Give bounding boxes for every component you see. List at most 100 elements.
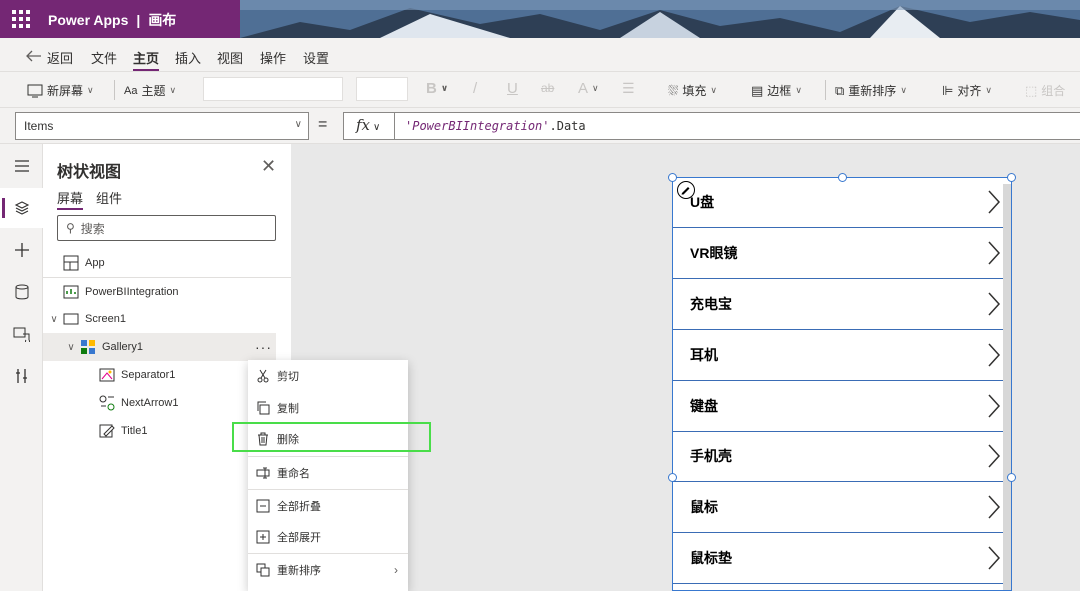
chevron-right-icon[interactable] xyxy=(987,443,1001,469)
tree-view-title: 树状视图 xyxy=(57,164,122,181)
tab-screens[interactable]: 屏幕 xyxy=(57,188,84,210)
resize-handle[interactable] xyxy=(668,473,677,482)
back-arrow-icon[interactable] xyxy=(26,50,42,62)
advanced-tools-icon[interactable] xyxy=(0,356,43,396)
chevron-down-icon: ∨ xyxy=(87,85,94,95)
context-menu-collapse-all[interactable]: 全部折叠 xyxy=(248,490,408,522)
tree-node-gallery1[interactable]: ∨ Gallery1 ··· xyxy=(43,333,276,361)
gallery-row[interactable]: 鼠标 xyxy=(673,482,1003,533)
chevron-down-icon[interactable]: ∨ xyxy=(65,342,77,353)
gallery-row[interactable]: VR眼镜 xyxy=(673,228,1003,279)
reorder-icon xyxy=(256,563,270,577)
font-size-dropdown[interactable] xyxy=(356,77,408,101)
gallery-scrollbar[interactable] xyxy=(1003,184,1011,591)
formula-member: .Data xyxy=(549,119,586,133)
chevron-down-icon[interactable]: ∨ xyxy=(48,314,60,325)
context-menu-cut[interactable]: 剪切 xyxy=(248,360,408,392)
property-dropdown[interactable]: Items ∨ xyxy=(15,112,309,140)
text-align-button[interactable]: ☰ xyxy=(622,80,635,97)
underline-button[interactable]: U xyxy=(507,80,518,97)
strikethrough-button[interactable]: ab xyxy=(541,81,554,95)
gallery-row-title: VR眼镜 xyxy=(690,245,738,261)
tree-view-layers-icon[interactable] xyxy=(0,188,43,228)
chevron-right-icon[interactable] xyxy=(987,240,1001,266)
gallery-row-title: 鼠标 xyxy=(690,499,718,515)
menu-home[interactable]: 主页 xyxy=(133,48,160,71)
gallery-row[interactable]: 手机壳 xyxy=(673,431,1003,482)
tab-components[interactable]: 组件 xyxy=(96,188,122,207)
media-icon[interactable] xyxy=(0,314,43,354)
app-icon xyxy=(63,255,79,271)
font-family-dropdown[interactable] xyxy=(203,77,343,101)
gallery-row[interactable]: 耳机 xyxy=(673,330,1003,381)
menu-view[interactable]: 视图 xyxy=(217,48,243,67)
resize-handle[interactable] xyxy=(668,173,677,182)
menu-action[interactable]: 操作 xyxy=(260,48,286,67)
edit-template-pencil-icon[interactable] xyxy=(677,181,695,199)
align-lines-icon: ☰ xyxy=(622,80,635,96)
chevron-right-icon[interactable] xyxy=(987,291,1001,317)
align-button[interactable]: ⊫ 对齐 ∨ xyxy=(942,82,992,99)
bold-button[interactable]: B ∨ xyxy=(426,80,448,97)
fill-button[interactable]: ⛆ 填充 ∨ xyxy=(668,82,717,99)
fx-button[interactable]: fx ∨ xyxy=(343,112,395,140)
theme-label: 主题 xyxy=(141,84,166,98)
tree-node-screen1[interactable]: ∨ Screen1 xyxy=(43,305,291,333)
gallery-row-title: 鼠标垫 xyxy=(690,550,732,566)
chevron-right-icon[interactable] xyxy=(987,189,1001,215)
paint-bucket-icon: ⛆ xyxy=(668,82,679,98)
theme-icon: Aa xyxy=(124,84,138,97)
hamburger-icon[interactable] xyxy=(0,146,43,186)
copy-icon xyxy=(257,401,270,415)
tree-node-label: Gallery1 xyxy=(102,341,143,353)
context-menu-expand-all[interactable]: 全部展开 xyxy=(248,521,408,553)
chevron-right-icon[interactable] xyxy=(987,494,1001,520)
italic-button[interactable]: / xyxy=(473,80,477,97)
menu-file[interactable]: 文件 xyxy=(91,48,117,67)
more-options-icon[interactable]: ··· xyxy=(255,339,272,355)
resize-handle[interactable] xyxy=(838,173,847,182)
insert-plus-icon[interactable] xyxy=(0,230,43,270)
context-menu-reorder[interactable]: 重新排序 › xyxy=(248,554,408,586)
context-menu-rename[interactable]: 重命名 xyxy=(248,457,408,489)
header-mountain-image xyxy=(180,0,1080,38)
border-button[interactable]: ▤ 边框 ∨ xyxy=(751,82,802,99)
close-icon[interactable]: ✕ xyxy=(261,156,276,177)
resize-handle[interactable] xyxy=(1007,173,1016,182)
menu-insert[interactable]: 插入 xyxy=(175,48,201,67)
font-color-button[interactable]: A ∨ xyxy=(578,80,599,97)
chevron-right-icon[interactable] xyxy=(987,342,1001,368)
formula-input[interactable]: 'PowerBIIntegration'.Data xyxy=(394,112,1080,140)
context-menu-copy[interactable]: 复制 xyxy=(248,392,408,424)
menu-item-label: 重命名 xyxy=(277,468,310,480)
gallery-row-title: 键盘 xyxy=(690,398,718,414)
new-screen-label: 新屏幕 xyxy=(47,84,84,98)
underline-label: U xyxy=(507,80,518,97)
tree-node-powerbi[interactable]: PowerBIIntegration xyxy=(43,277,291,305)
tree-node-app[interactable]: App xyxy=(43,249,291,277)
screen-icon xyxy=(63,313,79,325)
gallery-row[interactable]: 鼠标垫 xyxy=(673,533,1003,584)
gallery-row[interactable]: 键盘 xyxy=(673,381,1003,432)
chevron-down-icon: ∨ xyxy=(710,85,718,95)
back-button[interactable]: 返回 xyxy=(47,48,73,67)
group-label: 组合 xyxy=(1041,84,1066,98)
resize-handle[interactable] xyxy=(1007,473,1016,482)
menu-item-label: 复制 xyxy=(277,403,299,415)
theme-button[interactable]: Aa 主题 ∨ xyxy=(124,82,176,99)
chevron-right-icon[interactable] xyxy=(987,393,1001,419)
new-screen-button[interactable]: 新屏幕 ∨ xyxy=(27,82,94,99)
search-input[interactable]: ⚲ 搜索 xyxy=(57,215,276,241)
gallery-row[interactable]: 充电宝 xyxy=(673,279,1003,330)
app-launcher-icon[interactable] xyxy=(12,10,30,28)
menu-settings[interactable]: 设置 xyxy=(303,48,329,67)
search-icon: ⚲ xyxy=(66,221,75,235)
separator-icon xyxy=(99,368,115,382)
toolbar-divider xyxy=(114,80,115,100)
reorder-button[interactable]: ⧉ 重新排序 ∨ xyxy=(835,82,907,99)
data-cylinder-icon[interactable] xyxy=(0,272,43,312)
chevron-right-icon[interactable] xyxy=(987,545,1001,571)
gallery-row[interactable]: U盘 xyxy=(673,177,1003,228)
group-button[interactable]: ⬚ 组合 xyxy=(1025,82,1065,99)
title-bar: Power Apps | 画布 xyxy=(0,0,1080,38)
